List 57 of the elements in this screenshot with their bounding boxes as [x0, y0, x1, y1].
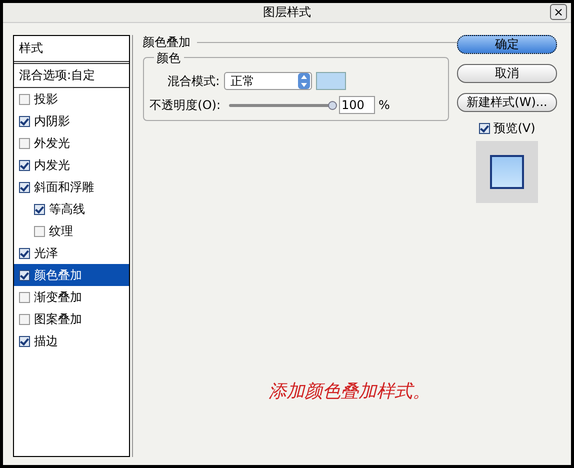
section-title: 颜色叠加 — [142, 34, 191, 50]
style-label: 纹理 — [49, 222, 73, 240]
slider-thumb[interactable] — [328, 100, 337, 110]
up-down-arrows-icon — [298, 73, 310, 89]
checkbox[interactable] — [19, 248, 30, 258]
new-style-button[interactable]: 新建样式(W)... — [457, 93, 557, 112]
checkbox[interactable] — [34, 226, 45, 236]
window-title: 图层样式 — [263, 4, 311, 21]
style-item[interactable]: 斜面和浮雕 — [14, 176, 129, 198]
group-title: 颜色 — [154, 50, 184, 67]
cancel-button[interactable]: 取消 — [457, 64, 557, 83]
style-label: 渐变叠加 — [34, 288, 82, 306]
style-label: 内发光 — [34, 156, 70, 174]
opacity-label: 不透明度(O): — [150, 96, 221, 114]
style-item[interactable]: 内发光 — [14, 154, 129, 176]
styles-header[interactable]: 样式 — [14, 36, 129, 64]
style-item[interactable]: 外发光 — [14, 132, 129, 154]
checkbox[interactable] — [19, 314, 30, 324]
blending-options-item[interactable]: 混合选项:自定 — [14, 64, 129, 88]
percent-label: % — [378, 98, 390, 112]
style-item[interactable]: 图案叠加 — [14, 308, 129, 330]
checkbox[interactable] — [19, 270, 30, 280]
style-label: 颜色叠加 — [34, 266, 82, 284]
checkbox[interactable] — [19, 94, 30, 104]
style-label: 光泽 — [34, 244, 58, 262]
style-item[interactable]: 渐变叠加 — [14, 286, 129, 308]
style-item[interactable]: 等高线 — [14, 198, 129, 220]
style-label: 外发光 — [34, 134, 70, 152]
blend-mode-label: 混合模式: — [166, 72, 220, 90]
checkbox[interactable] — [34, 204, 45, 214]
annotation-text: 添加颜色叠加样式。 — [268, 380, 432, 403]
checkbox[interactable] — [19, 182, 30, 192]
ok-button[interactable]: 确定 — [457, 35, 557, 54]
style-label: 投影 — [34, 90, 58, 108]
checkbox[interactable] — [19, 336, 30, 346]
preview-thumbnail — [476, 141, 538, 203]
checkbox[interactable] — [19, 138, 30, 148]
style-label: 等高线 — [49, 200, 85, 218]
style-item[interactable]: 纹理 — [14, 220, 129, 242]
style-item[interactable]: 光泽 — [14, 242, 129, 264]
style-item[interactable]: 颜色叠加 — [14, 264, 129, 286]
blend-mode-dropdown[interactable]: 正常 — [224, 72, 312, 90]
close-button[interactable]: × — [550, 4, 567, 20]
preview-checkbox[interactable] — [478, 123, 490, 134]
style-label: 图案叠加 — [34, 310, 82, 328]
style-label: 描边 — [34, 332, 58, 350]
checkbox[interactable] — [19, 292, 30, 302]
style-label: 内阴影 — [34, 112, 70, 130]
style-label: 斜面和浮雕 — [34, 178, 94, 196]
checkbox[interactable] — [19, 116, 30, 126]
opacity-field[interactable]: 100 — [338, 96, 375, 114]
style-item[interactable]: 描边 — [14, 330, 129, 352]
style-item[interactable]: 投影 — [14, 88, 129, 110]
color-swatch[interactable] — [316, 72, 346, 90]
checkbox[interactable] — [19, 160, 30, 170]
preview-label: 预览(V) — [494, 120, 536, 137]
style-item[interactable]: 内阴影 — [14, 110, 129, 132]
